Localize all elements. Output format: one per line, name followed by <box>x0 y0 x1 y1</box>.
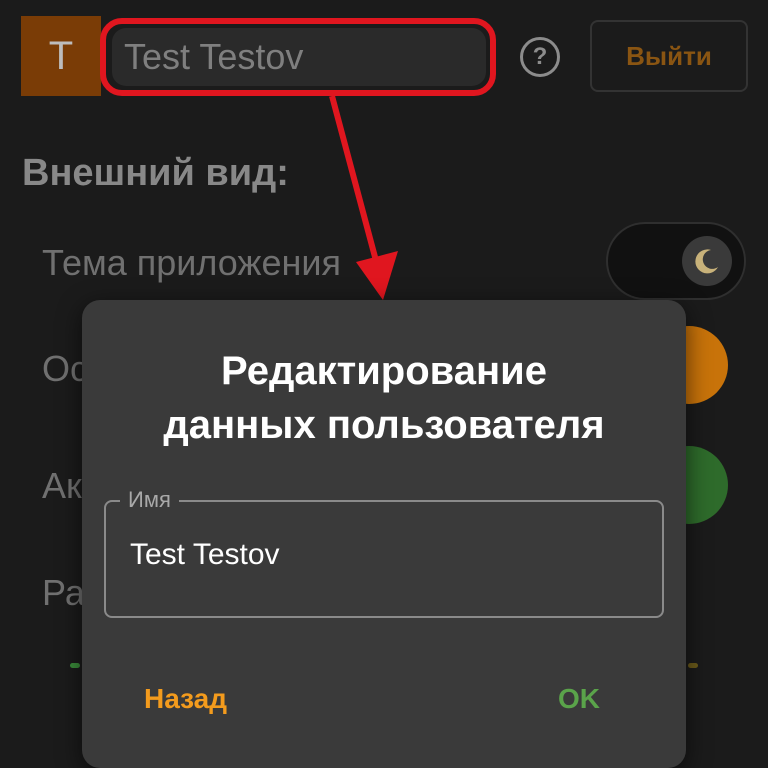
name-field[interactable]: Имя <box>104 487 664 618</box>
logout-button[interactable]: Выйти <box>590 20 748 92</box>
edit-user-dialog: Редактирование данных пользователя Имя Н… <box>82 300 686 768</box>
ok-button[interactable]: OK <box>558 683 600 715</box>
back-button[interactable]: Назад <box>144 683 227 715</box>
settings-row-label: Ак <box>42 465 82 506</box>
section-title: Внешний вид: <box>22 152 289 194</box>
name-input[interactable] <box>130 538 630 572</box>
slider-track-start <box>70 663 80 668</box>
dialog-title: Редактирование данных пользователя <box>163 349 605 447</box>
avatar-letter: T <box>48 33 74 78</box>
help-icon-glyph: ? <box>532 43 548 70</box>
help-icon[interactable]: ? <box>520 37 560 77</box>
name-field-label: Имя <box>120 487 179 513</box>
annotation-highlight-box <box>100 18 496 96</box>
theme-label: Тема приложения <box>42 242 342 283</box>
avatar[interactable]: T <box>21 16 101 96</box>
moon-icon <box>682 236 732 286</box>
slider-track-end <box>688 663 698 668</box>
settings-row-label: Ра <box>42 572 85 613</box>
theme-toggle[interactable] <box>606 222 746 300</box>
